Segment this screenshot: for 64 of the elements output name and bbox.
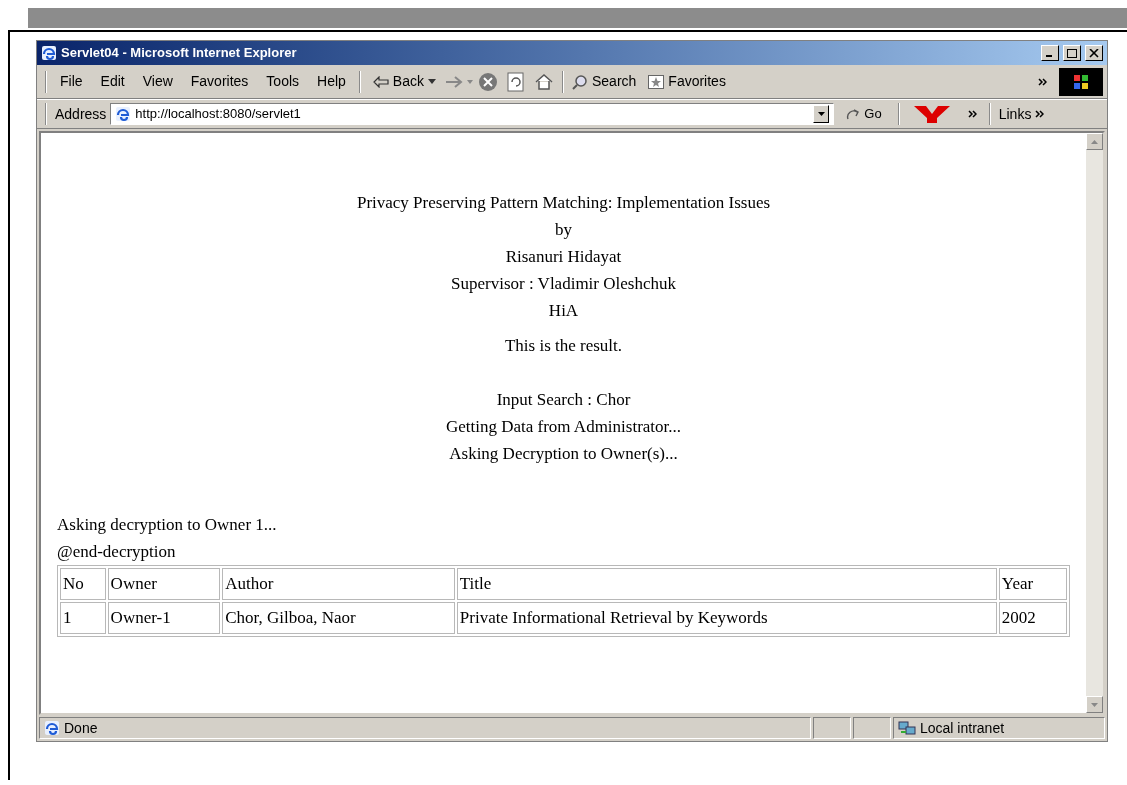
network-icon (898, 720, 916, 736)
status-line: Input Search : Chor (496, 389, 631, 411)
caret-icon (427, 79, 436, 84)
menu-item[interactable]: Help (308, 71, 355, 92)
log-line: Asking decryption to Owner 1... (57, 514, 277, 536)
minimize-icon (1045, 55, 1052, 57)
table-cell: Chor, Gilboa, Naor (222, 602, 455, 634)
column-header: Title (456, 568, 997, 600)
heading-line: by (555, 219, 572, 241)
chevron-icon[interactable] (967, 110, 977, 118)
column-header: Author (222, 568, 455, 600)
minimize-button[interactable] (1041, 45, 1059, 61)
chevron-icon[interactable] (1035, 110, 1045, 118)
status-line: Asking Decryption to Owner(s)... (449, 443, 678, 465)
log-line: @end-decryption (57, 541, 176, 563)
dropdown-button[interactable] (813, 105, 830, 123)
star-folder-icon (648, 74, 665, 89)
status-pane (853, 717, 891, 739)
address-label: Address (54, 104, 108, 124)
search-icon (571, 73, 588, 90)
home-icon[interactable] (533, 71, 554, 92)
table-cell: 2002 (998, 602, 1067, 634)
zone-text: Local intranet (920, 718, 1005, 738)
maximize-icon (1067, 48, 1077, 58)
heading-line: Supervisor : Vladimir Oleshchuk (451, 273, 676, 295)
close-button[interactable] (1085, 45, 1103, 61)
menu-item[interactable]: Edit (91, 71, 134, 92)
search-button[interactable]: Search (567, 71, 641, 92)
page-icon (115, 106, 132, 122)
address-field[interactable]: http://localhost:8080/servlet1 (110, 103, 835, 125)
column-header: No (60, 568, 106, 600)
table-cell: Owner-1 (107, 602, 221, 634)
menu-item[interactable]: File (51, 71, 92, 92)
result-text: This is the result. (504, 335, 623, 357)
column-header: Year (998, 568, 1067, 600)
menu-item[interactable]: Tools (257, 71, 309, 92)
links-button[interactable]: Links (994, 103, 1036, 125)
go-button[interactable]: Go (834, 104, 894, 124)
window-title: Servlet04 - Microsoft Internet Explorer (61, 44, 297, 63)
heading-line: Privacy Preserving Pattern Matching: Implementation Issues (356, 192, 771, 214)
back-arrow-icon (372, 75, 389, 88)
heading-line: Risanuri Hidayat (505, 246, 622, 268)
close-icon (1089, 48, 1099, 58)
status-line: Getting Data from Administrator... (445, 416, 682, 438)
chevron-icon[interactable] (1038, 77, 1047, 86)
back-button[interactable]: Back (364, 71, 444, 92)
column-header: Owner (107, 568, 221, 600)
status-pane (813, 717, 851, 739)
menu-item[interactable]: View (133, 71, 182, 92)
heading-line: HiA (548, 300, 579, 322)
url-text: http://localhost:8080/servlet1 (135, 105, 302, 124)
table-cell: Private Informational Retrieval by Keywords (456, 602, 997, 634)
stop-icon[interactable] (477, 71, 498, 92)
favorites-button[interactable]: Favorites (640, 71, 734, 92)
maximize-button[interactable] (1063, 45, 1081, 61)
menu-item[interactable]: Favorites (181, 71, 258, 92)
caret-icon (817, 112, 825, 116)
status-text: Done (64, 718, 98, 738)
refresh-icon[interactable] (505, 71, 526, 92)
browser-icon (41, 45, 57, 61)
windows-logo (1059, 67, 1103, 96)
page-icon (44, 720, 60, 736)
go-arrow-icon (846, 108, 861, 120)
table-cell: 1 (60, 602, 106, 634)
